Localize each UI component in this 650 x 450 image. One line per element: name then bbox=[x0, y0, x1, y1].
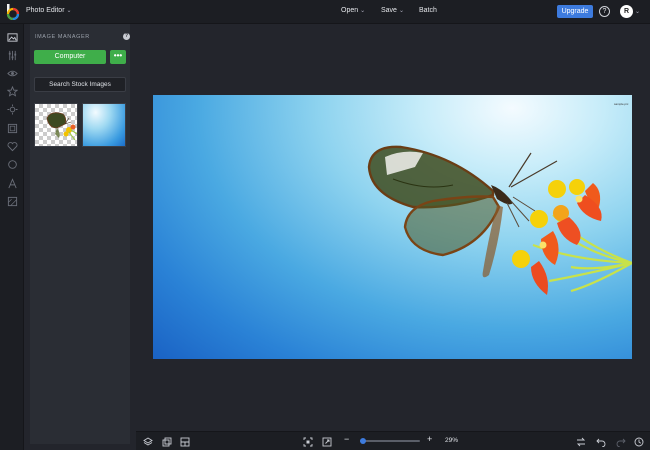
chevron-down-icon: ⌄ bbox=[66, 8, 72, 14]
adjust-sliders-icon[interactable] bbox=[5, 48, 19, 62]
more-options-button[interactable]: ••• bbox=[110, 50, 126, 64]
save-menu[interactable]: Save ⌄ bbox=[381, 7, 404, 14]
search-stock-images-button[interactable]: Search Stock Images bbox=[34, 77, 126, 92]
grid-icon[interactable] bbox=[179, 436, 190, 447]
upgrade-button[interactable]: Upgrade bbox=[557, 5, 593, 18]
fit-screen-icon[interactable] bbox=[302, 436, 313, 447]
zoom-slider[interactable] bbox=[359, 438, 420, 444]
star-icon[interactable] bbox=[5, 84, 19, 98]
duplicate-icon[interactable] bbox=[161, 436, 172, 447]
avatar[interactable]: R bbox=[620, 5, 633, 18]
circle-shape-icon[interactable] bbox=[5, 157, 19, 171]
save-menu-label: Save bbox=[381, 7, 397, 14]
open-menu-label: Open bbox=[341, 7, 359, 14]
zoom-in-button[interactable]: + bbox=[427, 435, 432, 444]
butterfly-on-flower-photo[interactable] bbox=[153, 95, 632, 359]
zoom-out-button[interactable]: − bbox=[344, 435, 349, 444]
blue-background-thumbnail[interactable] bbox=[82, 103, 126, 147]
text-icon[interactable] bbox=[5, 176, 19, 190]
befunky-logo-icon[interactable] bbox=[6, 4, 20, 20]
history-icon[interactable] bbox=[633, 436, 644, 447]
image-manager-body: IMAGE MANAGER ? Computer ••• Search Stoc… bbox=[30, 24, 130, 444]
layers-icon[interactable] bbox=[142, 436, 153, 447]
butterfly-cutout-thumbnail[interactable] bbox=[34, 103, 78, 147]
eye-icon[interactable] bbox=[5, 66, 19, 80]
computer-upload-button[interactable]: Computer bbox=[34, 50, 106, 64]
undo-icon[interactable] bbox=[595, 436, 606, 447]
watermark-text: sample.pic bbox=[614, 102, 629, 106]
image-manager-title: IMAGE MANAGER bbox=[35, 34, 90, 40]
zoom-level-readout: 29% bbox=[445, 437, 459, 444]
heart-icon[interactable] bbox=[5, 139, 19, 153]
chevron-down-icon: ⌄ bbox=[398, 8, 404, 14]
chevron-down-icon[interactable]: ⌄ bbox=[635, 8, 640, 15]
help-circle-icon[interactable]: ? bbox=[599, 6, 610, 17]
top-bar: Photo Editor ⌄ Open ⌄ Save ⌄ Batch Upgrade … bbox=[0, 0, 650, 24]
image-manager-icon[interactable] bbox=[5, 30, 19, 44]
help-icon[interactable]: ? bbox=[123, 33, 130, 40]
app-title: Photo Editor bbox=[26, 7, 65, 14]
expand-icon[interactable] bbox=[321, 436, 332, 447]
swap-icon[interactable] bbox=[575, 436, 586, 447]
app-title-dropdown[interactable]: Photo Editor ⌄ bbox=[26, 7, 72, 14]
tool-rail bbox=[0, 24, 24, 450]
open-menu[interactable]: Open ⌄ bbox=[341, 7, 365, 14]
touch-up-icon[interactable] bbox=[5, 102, 19, 116]
frames-icon[interactable] bbox=[5, 121, 19, 135]
redo-icon[interactable] bbox=[615, 436, 626, 447]
image-manager-panel: IMAGE MANAGER ? Computer ••• Search Stoc… bbox=[24, 24, 136, 450]
batch-menu[interactable]: Batch bbox=[419, 7, 437, 14]
batch-menu-label: Batch bbox=[419, 7, 437, 14]
chevron-down-icon: ⌄ bbox=[360, 8, 366, 14]
texture-icon[interactable] bbox=[5, 194, 19, 208]
zoom-slider-handle[interactable] bbox=[359, 438, 366, 444]
